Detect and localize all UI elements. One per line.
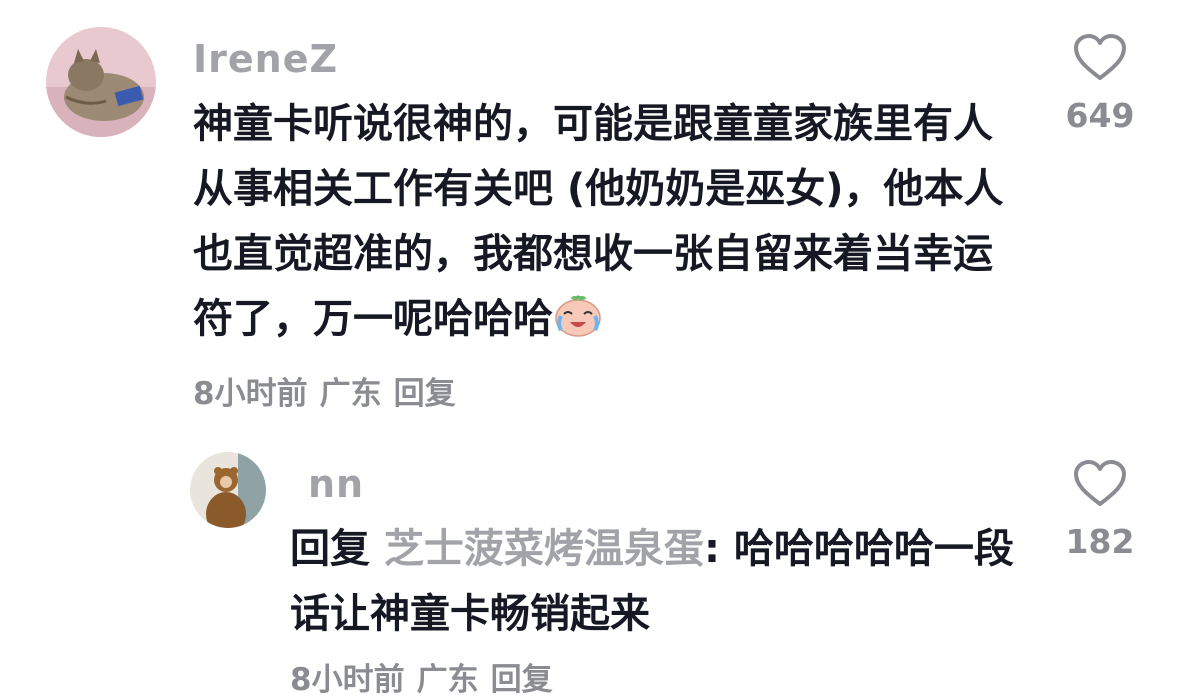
avatar[interactable]	[190, 452, 266, 528]
timestamp: 8小时前	[193, 376, 308, 412]
reply-button[interactable]: 回复	[394, 376, 456, 412]
heart-icon	[1074, 460, 1126, 506]
crying-laughing-emoji-icon	[553, 292, 603, 358]
heart-icon	[1074, 34, 1126, 80]
comment-meta: 8小时前 广东 回复	[290, 654, 565, 699]
like-count: 649	[1065, 96, 1135, 135]
username[interactable]: nn	[308, 462, 364, 506]
avatar[interactable]	[46, 27, 156, 137]
location: 广东	[416, 662, 479, 698]
reply-button[interactable]: 回复	[491, 662, 553, 698]
comment-meta: 8小时前 广东 回复	[193, 368, 468, 413]
reply-target-username[interactable]: 芝士菠菜烤温泉蛋	[384, 526, 704, 572]
like-count: 182	[1065, 522, 1135, 561]
reply-text: 回复 芝士菠菜烤温泉蛋: 哈哈哈哈哈一段话让神童卡畅销起来	[290, 517, 1030, 647]
like-button[interactable]: 182	[1055, 458, 1145, 561]
location: 广东	[319, 376, 382, 412]
timestamp: 8小时前	[290, 662, 405, 698]
reply-prefix: 回复	[290, 526, 370, 572]
username[interactable]: IreneZ	[193, 37, 338, 81]
like-button[interactable]: 649	[1055, 32, 1145, 135]
comment-text: 神童卡听说很神的，可能是跟童童家族里有人从事相关工作有关吧 (他奶奶是巫女)，他…	[193, 92, 1023, 358]
